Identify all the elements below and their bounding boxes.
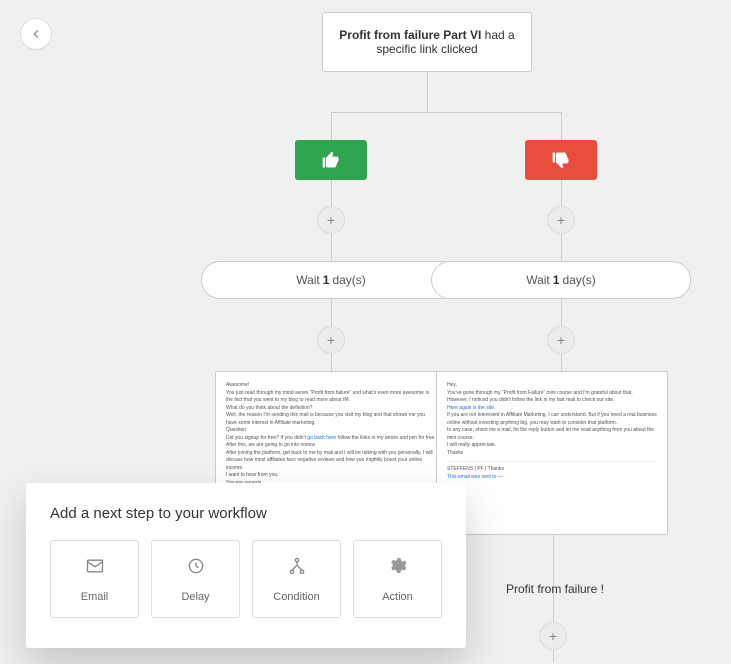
condition-node[interactable]: Profit from failure Part VI had a specif… [322, 12, 532, 72]
branch-yes-button[interactable] [295, 140, 367, 180]
add-step-right-2[interactable]: + [547, 326, 575, 354]
branch-no-button[interactable] [525, 140, 597, 180]
back-button[interactable] [20, 18, 52, 50]
gear-icon [388, 556, 408, 581]
add-step-left-1[interactable]: + [317, 206, 345, 234]
add-step-right-1[interactable]: + [547, 206, 575, 234]
email-title-right: Profit from failure ! [455, 582, 655, 596]
option-action[interactable]: Action [353, 540, 442, 618]
add-step-modal: Add a next step to your workflow Email D… [26, 483, 466, 648]
wait-node-right[interactable]: Wait 1 day(s) [431, 261, 691, 299]
add-step-left-2[interactable]: + [317, 326, 345, 354]
option-condition[interactable]: Condition [252, 540, 341, 618]
email-icon [85, 556, 105, 581]
branch-icon [287, 556, 307, 581]
wait-node-left[interactable]: Wait 1 day(s) [201, 261, 461, 299]
modal-title: Add a next step to your workflow [50, 505, 442, 522]
email-node-right[interactable]: Hey, You've gone through my “Profit from… [436, 371, 668, 535]
clock-icon [186, 556, 206, 581]
option-delay[interactable]: Delay [151, 540, 240, 618]
add-step-right-3[interactable]: + [539, 622, 567, 650]
option-email[interactable]: Email [50, 540, 139, 618]
condition-title: Profit from failure Part VI [339, 28, 481, 42]
